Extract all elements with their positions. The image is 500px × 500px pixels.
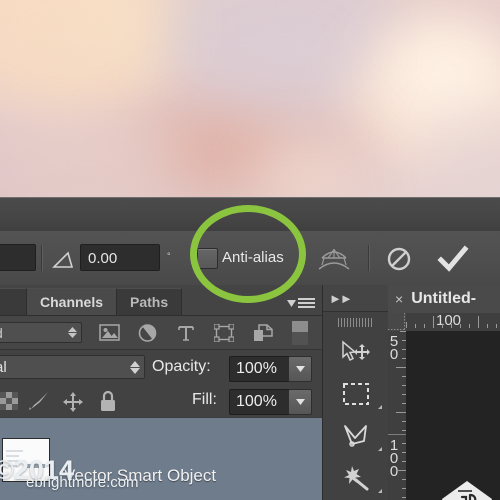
blend-mode-value: al [0, 358, 7, 376]
move-tool[interactable] [323, 331, 389, 373]
cancel-transform-icon[interactable] [384, 245, 414, 273]
tool-options-bar: 0% 0.00 ° Anti-alias [0, 231, 500, 286]
layer-filter-row: d [0, 316, 322, 350]
opacity-value[interactable]: 100% [229, 356, 295, 382]
tools-panel: ►► [322, 285, 389, 500]
filter-shape-icon[interactable] [213, 323, 235, 347]
document-tab[interactable]: × Untitled- [388, 285, 500, 314]
lock-transparent-pixels-icon[interactable] [0, 392, 18, 415]
horizontal-ruler[interactable]: 100 [406, 313, 500, 332]
anti-alias-label: Anti-alias [222, 249, 284, 266]
document-title: Untitled- [411, 290, 477, 307]
filter-type-icon[interactable] [177, 324, 195, 347]
tool-flyout-indicator [378, 447, 382, 451]
rectangular-marquee-tool[interactable] [323, 373, 389, 415]
lock-position-icon[interactable] [63, 392, 83, 417]
vertical-scale-input[interactable]: 0% [0, 244, 36, 271]
ruler-label-v-100: 100 [389, 437, 399, 480]
opacity-dropdown-arrow[interactable] [288, 356, 312, 382]
skew-angle-icon [51, 249, 75, 269]
panel-tab-paths[interactable]: Paths [117, 288, 183, 315]
angle-input[interactable]: 0.00 [80, 244, 160, 271]
blend-stepper-arrows[interactable] [130, 360, 140, 374]
warp-toggle-icon[interactable] [316, 245, 352, 273]
double-chevron-right-icon[interactable]: ►► [329, 291, 353, 306]
vertical-ruler[interactable]: 50 100 [388, 331, 407, 500]
ruler-label-h-100: 100 [436, 313, 462, 329]
fill-value[interactable]: 100% [229, 389, 295, 415]
opacity-label: Opacity: [152, 358, 211, 375]
filter-adjustment-icon[interactable] [138, 324, 157, 347]
panel-menu-icon[interactable] [287, 296, 315, 310]
commit-transform-icon[interactable] [437, 245, 469, 273]
lock-image-pixels-icon[interactable] [28, 391, 50, 416]
lock-row: Fill: 100% [0, 384, 322, 417]
jb-monogram-pentagon-logo [440, 479, 494, 500]
photoshop-screenshot: 0% 0.00 ° Anti-alias [0, 0, 500, 500]
panel-tab-truncated[interactable] [0, 288, 27, 315]
layer-thumbnail[interactable] [2, 438, 50, 482]
ruler-label-v-50: 50 [389, 333, 399, 363]
filter-smart-object-icon[interactable] [253, 324, 273, 347]
close-icon[interactable]: × [395, 291, 403, 307]
drag-grip[interactable] [338, 318, 374, 327]
layer-kind-dropdown[interactable]: d [0, 322, 82, 343]
tools-panel-header: ►► [323, 285, 389, 312]
fill-label: Fill: [192, 391, 217, 408]
panel-tab-channels[interactable]: Channels [27, 288, 118, 315]
application-menu-strip [0, 197, 500, 233]
fill-dropdown-arrow[interactable] [288, 389, 312, 415]
table-row[interactable]: Vector Smart Object [0, 418, 322, 500]
tool-flyout-indicator [378, 489, 382, 493]
lasso-tool[interactable] [323, 415, 389, 457]
options-separator-2 [368, 245, 370, 271]
layer-name: Vector Smart Object [64, 466, 217, 485]
panel-tab-bar: Channels Paths [0, 285, 322, 316]
document-window: × Untitled- 100 50 100 [388, 285, 500, 500]
options-separator-1 [41, 245, 43, 271]
kind-stepper-arrows[interactable] [68, 327, 77, 338]
tool-flyout-indicator [378, 405, 382, 409]
sky-photo-background [0, 0, 500, 197]
layer-kind-value: d [0, 325, 3, 341]
filter-enable-toggle[interactable] [292, 321, 308, 350]
canvas-area[interactable] [406, 331, 500, 500]
lock-all-icon[interactable] [99, 390, 117, 417]
degree-symbol: ° [167, 251, 171, 261]
anti-alias-checkbox[interactable] [197, 248, 218, 269]
blend-mode-row: al Opacity: 100% [0, 350, 322, 384]
ruler-origin-box[interactable] [388, 313, 407, 332]
layers-panel: Channels Paths d [0, 285, 322, 500]
magic-wand-tool[interactable] [323, 457, 389, 499]
filter-pixel-icon[interactable] [99, 324, 120, 346]
blend-mode-dropdown[interactable]: al [0, 355, 145, 379]
